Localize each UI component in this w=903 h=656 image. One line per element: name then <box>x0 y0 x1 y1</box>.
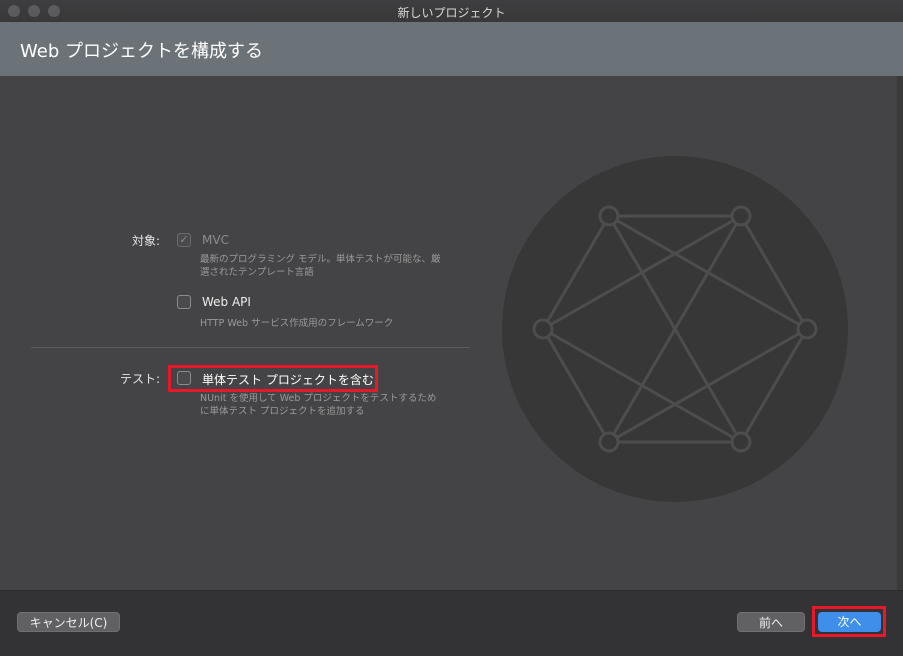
new-project-window: 新しいプロジェクト Web プロジェクトを構成する 対象: ✓ MVC 最新のプ… <box>0 0 903 656</box>
window-title: 新しいプロジェクト <box>397 6 506 20</box>
web-api-option-label: Web API <box>202 295 251 309</box>
cancel-button[interactable]: キャンセル(C) <box>17 612 120 632</box>
mvc-option-label: MVC <box>202 233 229 247</box>
network-graph-icon <box>502 156 848 502</box>
page-title: Web プロジェクトを構成する <box>20 41 263 62</box>
dialog-footer: キャンセル(C) 前へ 次へ <box>0 590 903 656</box>
unit-test-description: NUnit を使用して Web プロジェクトをテストするため に単体テスト プロ… <box>200 393 437 417</box>
next-button[interactable]: 次へ <box>818 612 881 632</box>
section-divider <box>31 347 470 348</box>
page-header: Web プロジェクトを構成する <box>0 22 903 76</box>
title-bar: 新しいプロジェクト <box>0 0 903 23</box>
unit-test-checkbox[interactable] <box>177 371 191 385</box>
target-label: 対象: <box>131 234 160 248</box>
check-icon: ✓ <box>179 233 189 246</box>
mvc-description: 最新のプログラミング モデル。単体テストが可能な、厳 選されたテンプレート言語 <box>200 254 441 278</box>
web-api-description: HTTP Web サービス作成用のフレームワーク <box>200 318 394 329</box>
web-api-checkbox[interactable] <box>177 295 191 309</box>
scrollbar[interactable] <box>897 76 903 590</box>
mvc-checkbox[interactable]: ✓ <box>177 233 191 247</box>
back-button[interactable]: 前へ <box>737 612 805 632</box>
test-label: テスト: <box>119 372 160 386</box>
unit-test-option-label: 単体テスト プロジェクトを含む <box>202 373 374 387</box>
